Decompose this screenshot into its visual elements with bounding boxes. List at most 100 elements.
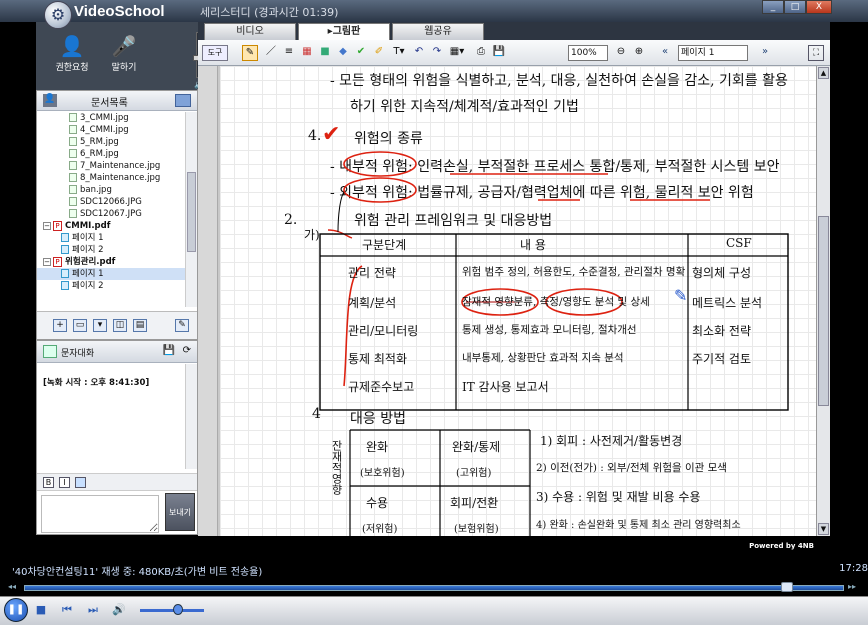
tree-item-file[interactable]: SDC12067.JPG [37,208,185,220]
image-file-icon [69,137,77,146]
print-icon[interactable]: ⎙ [474,45,488,61]
edit-icon[interactable]: ✎ [175,319,189,332]
request-permission-button[interactable]: 👤 권한요청 [46,32,98,82]
seek-row: ◂◂ ▸▸ [0,580,868,596]
tab-bar: 비디오 ▸그림판 웹공유 [198,22,830,40]
user-icon[interactable]: 👤 [43,94,57,107]
color-picker-icon[interactable] [75,477,86,488]
scroll-down-icon[interactable]: ▼ [818,523,829,535]
speaker-icon[interactable]: 🔊 [112,603,126,617]
next-page-icon[interactable]: » [758,45,772,61]
tree-item-file[interactable]: 4_CMMI.jpg [37,124,185,136]
save-icon[interactable]: 💾 [163,345,175,356]
undo-icon[interactable]: ↶ [412,45,426,61]
whiteboard-page[interactable]: - 모든 형태의 위험을 식별하고, 분석, 대응, 실천하여 손실을 감소, … [220,66,816,536]
tree-item-file[interactable]: ban.jpg [37,184,185,196]
powered-by-label: Powered by 4NB [749,542,814,550]
add-document-icon[interactable]: + [53,319,67,332]
tree-item-file[interactable]: 6_RM.jpg [37,148,185,160]
fullscreen-icon[interactable]: ⛶ [808,45,824,61]
pen-icon[interactable]: ✎ [242,45,258,61]
volume-slider[interactable] [140,609,204,612]
zoom-in-icon[interactable]: ⊕ [632,45,646,61]
grid-icon[interactable]: ▦▾ [448,45,466,61]
tree-item-pdf[interactable]: − P 위험관리.pdf [37,256,185,268]
open-folder-icon[interactable]: ▭ [73,319,87,332]
prev-page-icon[interactable]: « [658,45,672,61]
zoom-out-icon[interactable]: ⊖ [614,45,628,61]
italic-button[interactable]: I [59,477,70,488]
tree-item-page[interactable]: 페이지 1 [37,232,185,244]
seek-forward-icon[interactable]: ▸▸ [848,582,856,591]
tree-item-file[interactable]: 7_Maintenance.jpg [37,160,185,172]
speak-button[interactable]: 🎤 말하기 [98,32,150,82]
line-width-icon[interactable]: ≡ [282,45,296,61]
request-permission-label: 권한요청 [55,63,89,73]
scroll-thumb[interactable] [818,216,829,406]
check-icon[interactable]: ✔ [354,45,368,61]
image-file-icon [69,173,77,182]
image-file-icon [69,113,77,122]
tab-whiteboard[interactable]: ▸그림판 [298,23,390,40]
chat-panel: 문자대화 💾 ⟳ [녹화 시작 : 오후 8:41:30] B I 보내기 [36,340,198,535]
tree-item-page[interactable]: 페이지 2 [37,280,185,292]
pause-button[interactable]: ❚❚ [4,598,28,622]
dropdown-icon[interactable]: ▾ [93,319,107,332]
tree-item-file[interactable]: 8_Maintenance.jpg [37,172,185,184]
folder-icon[interactable] [175,94,191,107]
tree-item-file[interactable]: 5_RM.jpg [37,136,185,148]
scroll-up-icon[interactable]: ▲ [818,67,829,79]
tree-item-file[interactable]: SDC12066.JPG [37,196,185,208]
color-grid-icon[interactable]: ▦ [300,45,314,61]
previous-icon[interactable]: ⏮ [60,603,74,617]
tree-item-file[interactable]: 3_CMMI.jpg [37,112,185,124]
tab-video[interactable]: 비디오 [204,23,296,40]
refresh-icon[interactable]: ⟳ [183,345,191,356]
response-cell: 수용 [366,496,389,510]
tab-web-share[interactable]: 웹공유 [392,23,484,40]
next-icon[interactable]: ⏭ [86,603,100,617]
save-board-icon[interactable]: 💾 [492,45,506,61]
fill-color-icon[interactable]: ■ [318,45,332,61]
volume-thumb[interactable] [173,604,184,615]
table-cell: 메트릭스 분석 [692,296,763,310]
text-icon[interactable]: T▾ [390,45,408,61]
bold-button[interactable]: B [43,477,54,488]
maximize-button[interactable]: □ [784,0,806,14]
image-file-icon [69,125,77,134]
tree-item-page[interactable]: 페이지 2 [37,244,185,256]
collapse-icon[interactable]: − [43,221,51,230]
image-file-icon [69,161,77,170]
seek-back-icon[interactable]: ◂◂ [8,582,16,591]
zoom-select[interactable]: 100% [568,45,608,61]
tree-item-page[interactable]: 페이지 1 [37,268,185,280]
eraser-icon[interactable]: ◆ [336,45,350,61]
scroll-thumb[interactable] [187,172,196,252]
seek-bar[interactable] [24,585,844,591]
seek-thumb[interactable] [780,582,793,592]
redo-icon[interactable]: ↷ [430,45,444,61]
highlighter-icon[interactable]: ✐ [372,45,386,61]
tools-menu-button[interactable]: 도구 [202,45,228,61]
whiteboard-scrollbar[interactable]: ▲ ▼ [816,66,830,536]
document-tree-scrollbar[interactable] [185,112,197,307]
chat-scrollbar[interactable] [185,364,197,469]
stop-icon[interactable]: ■ [34,603,48,617]
tab-document-list[interactable]: 문서목록 [91,94,128,109]
table-cell: 통제 생성, 통제효과 모니터링, 절차개선 [462,324,637,336]
chat-input[interactable] [41,495,159,533]
response-cell: (보호위험) [360,468,405,479]
minimize-button[interactable]: _ [762,0,784,14]
capture-icon[interactable]: ◫ [113,319,127,332]
drawing-toolbar: 도구 ✎ ／ ≡ ▦ ■ ◆ ✔ ✐ T▾ ↶ ↷ ▦▾ ⎙ 💾 100% ⊖ … [198,40,830,66]
image-file-icon [69,149,77,158]
close-button[interactable]: X [806,0,832,14]
speak-label: 말하기 [111,63,137,73]
send-button[interactable]: 보내기 [165,493,195,531]
thumbnail-icon[interactable]: ▤ [133,319,147,332]
note-line: 대응 방법 [350,411,406,427]
line-icon[interactable]: ／ [264,45,278,61]
collapse-icon[interactable]: − [43,257,51,266]
tree-item-pdf[interactable]: − P CMMI.pdf [37,220,185,232]
page-select[interactable]: 페이지 1 [678,45,748,61]
